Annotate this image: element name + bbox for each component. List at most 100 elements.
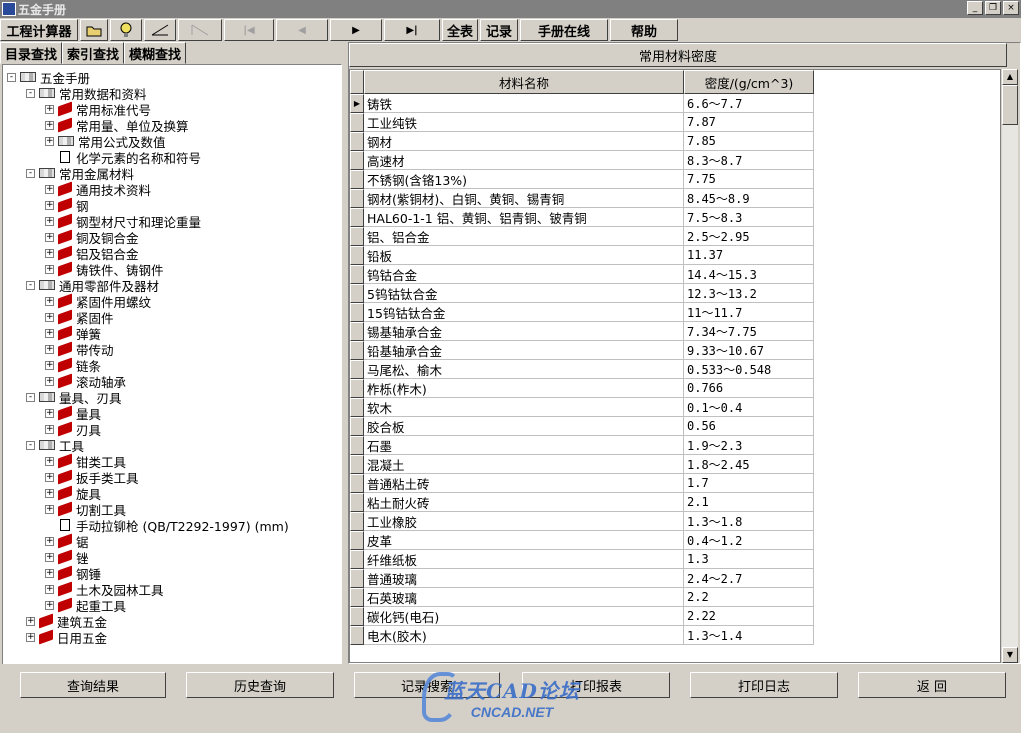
table-row[interactable]: 普通玻璃 2.4～2.7 [350, 569, 814, 588]
row-selector[interactable] [350, 113, 364, 132]
cell-density[interactable]: 2.1 [684, 493, 814, 512]
next-record-icon[interactable]: ▶ [330, 19, 382, 41]
expand-icon[interactable]: + [45, 184, 54, 194]
cell-material[interactable]: 铝、铝合金 [364, 227, 684, 246]
cell-density[interactable]: 1.3～1.4 [684, 626, 814, 645]
row-selector[interactable] [350, 132, 364, 151]
expand-icon[interactable]: + [45, 584, 54, 594]
scroll-thumb[interactable] [1002, 85, 1018, 125]
cell-density[interactable]: 8.45～8.9 [684, 189, 814, 208]
close-button[interactable]: × [1003, 1, 1019, 15]
cell-material[interactable]: 马尾松、榆木 [364, 360, 684, 379]
cell-material[interactable]: 工业纯铁 [364, 113, 684, 132]
expand-icon[interactable]: + [45, 424, 54, 434]
row-selector[interactable] [350, 474, 364, 493]
cell-material[interactable]: 工业橡胶 [364, 512, 684, 531]
cell-density[interactable]: 7.87 [684, 113, 814, 132]
expand-icon[interactable]: + [45, 136, 54, 146]
cell-material[interactable]: 5钨钴钛合金 [364, 284, 684, 303]
expand-icon[interactable]: + [26, 632, 35, 642]
record-button[interactable]: 记录 [480, 19, 518, 41]
table-row[interactable]: 钢材(紫铜材)、白铜、黄铜、锡青铜 8.45～8.9 [350, 189, 814, 208]
row-selector[interactable] [350, 151, 364, 170]
row-selector[interactable] [350, 379, 364, 398]
expand-icon[interactable]: + [45, 376, 54, 386]
expand-icon[interactable]: + [26, 616, 35, 626]
expand-icon[interactable]: + [45, 408, 54, 418]
first-record-icon[interactable]: |◀ [224, 19, 274, 41]
restore-button[interactable]: ❐ [985, 1, 1001, 15]
line-icon[interactable] [144, 19, 176, 41]
expand-icon[interactable]: + [45, 200, 54, 210]
expand-icon[interactable]: + [45, 248, 54, 258]
tree-node[interactable]: + 日用五金 [26, 629, 107, 646]
cell-density[interactable]: 2.4～2.7 [684, 569, 814, 588]
row-selector[interactable] [350, 436, 364, 455]
cell-density[interactable]: 7.5～8.3 [684, 208, 814, 227]
table-row[interactable]: 混凝土 1.8～2.45 [350, 455, 814, 474]
cell-material[interactable]: 钨钴合金 [364, 265, 684, 284]
cell-density[interactable]: 1.3 [684, 550, 814, 569]
collapse-icon[interactable]: - [26, 168, 35, 178]
density-table[interactable]: 材料名称 密度/(g/cm^3) ▶ 铸铁 6.6～7.7 工业纯铁 7.87 钢材 7.8… [349, 69, 1001, 663]
table-row[interactable]: 皮革 0.4～1.2 [350, 531, 814, 550]
cell-material[interactable]: 软木 [364, 398, 684, 417]
cell-density[interactable]: 0.1～0.4 [684, 398, 814, 417]
table-row[interactable]: 钨钴合金 14.4～15.3 [350, 265, 814, 284]
table-row[interactable]: 锡基轴承合金 7.34～7.75 [350, 322, 814, 341]
expand-icon[interactable]: + [45, 536, 54, 546]
row-selector[interactable] [350, 322, 364, 341]
table-row[interactable]: HAL60-1-1 铝、黄铜、铝青铜、铍青铜 7.5～8.3 [350, 208, 814, 227]
row-selector[interactable] [350, 341, 364, 360]
expand-icon[interactable]: + [45, 360, 54, 370]
table-row[interactable]: 普通粘土砖 1.7 [350, 474, 814, 493]
cell-material[interactable]: 15钨钴钛合金 [364, 303, 684, 322]
cell-density[interactable]: 0.533～0.548 [684, 360, 814, 379]
query-results-button[interactable]: 查询结果 [20, 672, 166, 698]
cell-material[interactable]: 钢材(紫铜材)、白铜、黄铜、锡青铜 [364, 189, 684, 208]
cell-material[interactable]: 不锈钢(含铬13%) [364, 170, 684, 189]
cell-material[interactable]: 纤维纸板 [364, 550, 684, 569]
row-selector[interactable] [350, 303, 364, 322]
collapse-icon[interactable]: - [7, 72, 16, 82]
row-selector[interactable] [350, 265, 364, 284]
return-button[interactable]: 返 回 [858, 672, 1006, 698]
expand-icon[interactable]: + [45, 232, 54, 242]
table-row[interactable]: 柞栎(柞木) 0.766 [350, 379, 814, 398]
table-row[interactable]: 高速材 8.3～8.7 [350, 151, 814, 170]
cell-material[interactable]: 胶合板 [364, 417, 684, 436]
row-selector[interactable] [350, 208, 364, 227]
minimize-button[interactable]: _ [967, 1, 983, 15]
cell-density[interactable]: 12.3～13.2 [684, 284, 814, 303]
expand-icon[interactable]: + [45, 344, 54, 354]
folder-icon[interactable] [80, 19, 108, 41]
expand-icon[interactable]: + [45, 568, 54, 578]
row-selector[interactable] [350, 227, 364, 246]
table-row[interactable]: 工业纯铁 7.87 [350, 113, 814, 132]
table-row[interactable]: 工业橡胶 1.3～1.8 [350, 512, 814, 531]
catalog-tree[interactable]: - 五金手册 - 常用数据和资料 + 常用标准代号 + 常用量、单位及换算 + 常用公式及数值 化学… [2, 64, 342, 702]
cell-density[interactable]: 8.3～8.7 [684, 151, 814, 170]
full-table-button[interactable]: 全表 [442, 19, 478, 41]
current-row-indicator-icon[interactable]: ▶ [350, 94, 364, 113]
row-selector[interactable] [350, 189, 364, 208]
row-selector[interactable] [350, 569, 364, 588]
cell-density[interactable]: 2.2 [684, 588, 814, 607]
collapse-icon[interactable]: - [26, 280, 35, 290]
cell-material[interactable]: HAL60-1-1 铝、黄铜、铝青铜、铍青铜 [364, 208, 684, 227]
last-record-icon[interactable]: ▶| [384, 19, 440, 41]
cell-material[interactable]: 粘土耐火砖 [364, 493, 684, 512]
calculator-button[interactable]: 工程计算器 [0, 19, 78, 41]
cell-density[interactable]: 11～11.7 [684, 303, 814, 322]
cell-density[interactable]: 9.33～10.67 [684, 341, 814, 360]
row-selector[interactable] [350, 550, 364, 569]
expand-icon[interactable]: + [45, 456, 54, 466]
table-row[interactable]: 不锈钢(含铬13%) 7.75 [350, 170, 814, 189]
diagonal-icon[interactable] [178, 19, 222, 41]
cell-material[interactable]: 铸铁 [364, 94, 684, 113]
row-selector[interactable] [350, 626, 364, 645]
row-selector[interactable] [350, 588, 364, 607]
cell-material[interactable]: 碳化钙(电石) [364, 607, 684, 626]
table-row[interactable]: 软木 0.1～0.4 [350, 398, 814, 417]
expand-icon[interactable]: + [45, 104, 54, 114]
